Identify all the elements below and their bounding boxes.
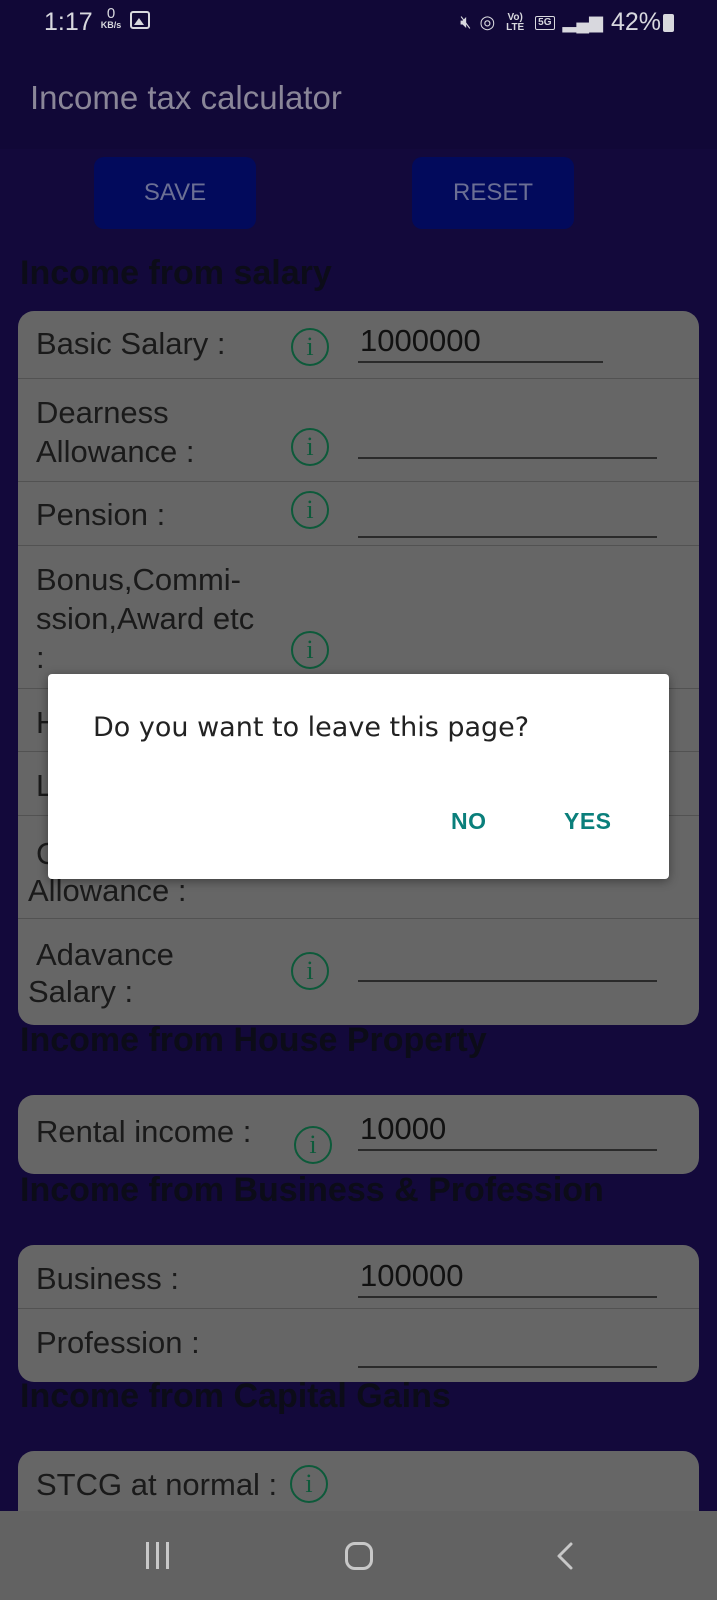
- basic-salary-label: Basic Salary :: [36, 326, 226, 361]
- status-bar: 1:17 0 KB/s 🔇︎ ◎ Vo) LTE 5G ▂▄▆ 42%: [0, 0, 717, 46]
- status-time: 1:17: [44, 8, 93, 36]
- bonus-label: Bonus,Commi-ssion,Award etc :: [36, 562, 255, 675]
- stcg-normal-label: STCG at normal :: [36, 1467, 278, 1502]
- save-button[interactable]: SAVE: [94, 157, 256, 229]
- gallery-notification-icon: [130, 11, 150, 29]
- info-icon[interactable]: i: [291, 631, 329, 669]
- section-title-salary: Income from salary: [20, 254, 332, 292]
- basic-salary-row: Basic Salary : i 1000000: [18, 311, 699, 378]
- info-icon[interactable]: i: [291, 328, 329, 366]
- section-title-house-property: Income from House Property: [20, 1021, 487, 1059]
- salary-card: Basic Salary : i 1000000 Dearness Allowa…: [18, 311, 699, 1025]
- capital-gains-card: STCG at normal : i: [18, 1451, 699, 1511]
- pension-row: Pension : i: [18, 481, 699, 546]
- mute-icon: 🔇︎: [460, 12, 472, 32]
- volte-indicator: Vo) LTE: [506, 11, 525, 33]
- rental-income-label: Rental income :: [36, 1114, 252, 1149]
- advance-salary-input[interactable]: [358, 940, 657, 982]
- profession-input[interactable]: [358, 1326, 657, 1368]
- pension-label: Pension :: [36, 497, 166, 532]
- business-card: Business : 100000 Profession :: [18, 1245, 699, 1382]
- recent-apps-icon[interactable]: [146, 1542, 169, 1569]
- advance-salary-label-line1: Adavance: [36, 937, 174, 972]
- profession-row: Profession :: [18, 1308, 699, 1382]
- dearness-allowance-input[interactable]: [358, 417, 657, 459]
- section-title-business: Income from Business & Profession: [20, 1171, 604, 1209]
- rental-income-row: Rental income : i 10000: [18, 1095, 699, 1174]
- basic-salary-input[interactable]: 1000000: [358, 321, 603, 363]
- dialog-message: Do you want to leave this page?: [93, 712, 530, 743]
- dearness-allowance-row: Dearness Allowance : i: [18, 378, 699, 482]
- status-icons: 🔇︎ ◎ Vo) LTE 5G ▂▄▆ 42%: [460, 8, 661, 37]
- home-icon[interactable]: [345, 1542, 373, 1570]
- leave-page-dialog: Do you want to leave this page? NO YES: [48, 674, 669, 879]
- info-icon[interactable]: i: [291, 428, 329, 466]
- pension-input[interactable]: [358, 496, 657, 538]
- business-row: Business : 100000: [18, 1245, 699, 1308]
- rental-income-input[interactable]: 10000: [358, 1109, 657, 1151]
- profession-label: Profession :: [36, 1325, 200, 1360]
- data-rate-indicator: 0 KB/s: [100, 5, 122, 30]
- network-type-indicator: 5G: [535, 15, 555, 30]
- info-icon[interactable]: i: [291, 491, 329, 529]
- app-bar: Income tax calculator: [0, 46, 717, 149]
- advance-salary-row: Adavance Salary : i: [18, 918, 699, 1025]
- battery-icon: [663, 14, 674, 32]
- dearness-allowance-label: Dearness Allowance :: [36, 395, 195, 469]
- no-button[interactable]: NO: [451, 808, 487, 835]
- signal-icon: ▂▄▆: [562, 12, 603, 32]
- info-icon[interactable]: i: [290, 1465, 328, 1503]
- hotspot-icon: ◎: [479, 12, 496, 32]
- back-icon[interactable]: [551, 1541, 581, 1571]
- business-label: Business :: [36, 1261, 180, 1296]
- reset-button[interactable]: RESET: [412, 157, 574, 229]
- yes-button[interactable]: YES: [564, 808, 612, 835]
- info-icon[interactable]: i: [294, 1126, 332, 1164]
- info-icon[interactable]: i: [291, 952, 329, 990]
- house-property-card: Rental income : i 10000: [18, 1095, 699, 1174]
- stcg-normal-row: STCG at normal : i: [18, 1451, 699, 1511]
- business-input[interactable]: 100000: [358, 1256, 657, 1298]
- system-nav-bar: [0, 1511, 717, 1600]
- battery-percentage: 42%: [610, 8, 661, 36]
- section-title-capital-gains: Income from Capital Gains: [20, 1377, 451, 1415]
- app-title: Income tax calculator: [30, 79, 342, 116]
- bonus-row: Bonus,Commi-ssion,Award etc : i: [18, 545, 699, 689]
- advance-salary-label-line2: Salary :: [28, 974, 134, 1009]
